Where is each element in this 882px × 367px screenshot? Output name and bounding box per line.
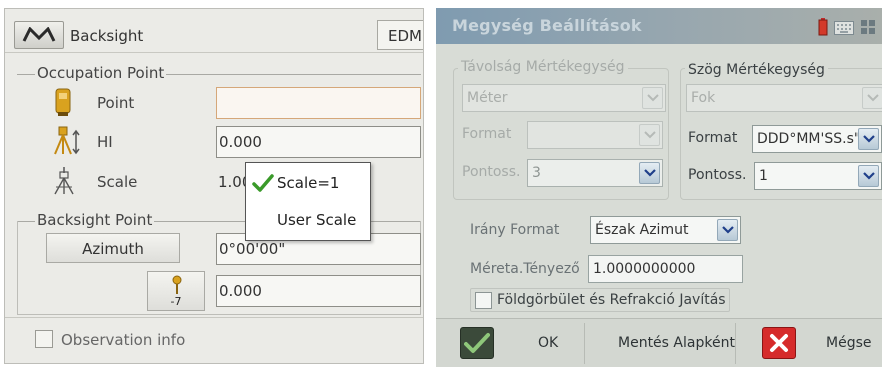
- observation-divider: [5, 317, 423, 318]
- scale-option-user-scale[interactable]: User Scale: [277, 211, 356, 229]
- distance-precision-select[interactable]: 3: [527, 159, 663, 187]
- point-input[interactable]: [216, 87, 421, 119]
- save-as-default-button[interactable]: Mentés Alapként: [585, 319, 735, 367]
- curvature-refraction-option[interactable]: Földgörbület és Refrakció Javítás: [470, 288, 730, 312]
- chevron-down-icon: [642, 87, 663, 109]
- chevron-down-icon: [862, 87, 882, 109]
- distance-unit-value: Méter: [467, 90, 508, 106]
- check-icon: [252, 173, 274, 197]
- chevron-down-icon: [858, 128, 879, 150]
- backsight-panel: Backsight EDM Occupation Point Point HI …: [4, 8, 424, 364]
- backsight-group-label: Backsight Point: [35, 211, 155, 229]
- curvature-refraction-checkbox[interactable]: [475, 292, 492, 309]
- angle-precision-value: 1: [759, 168, 768, 184]
- save-as-default-label: Mentés Alapként: [618, 335, 735, 351]
- occupation-group-label: Occupation Point: [35, 64, 167, 82]
- grid-icon[interactable]: [860, 19, 876, 39]
- prism-constant-value: -7: [170, 295, 182, 308]
- observation-info-checkbox[interactable]: [35, 330, 53, 348]
- keyboard-icon[interactable]: [834, 20, 854, 39]
- curvature-refraction-label: Földgörbület és Refrakció Javítás: [497, 292, 726, 308]
- point-label: Point: [97, 94, 135, 112]
- angle-unit-value: Fok: [691, 90, 716, 106]
- distance-format-select[interactable]: [527, 121, 663, 149]
- azimuth-button[interactable]: Azimuth: [46, 233, 180, 263]
- observation-info-label: Observation info: [61, 331, 186, 349]
- ok-button[interactable]: OK: [436, 319, 584, 367]
- angle-format-value: DDD°MM'SS.s": [757, 131, 861, 147]
- cancel-button[interactable]: Mégse: [736, 319, 882, 367]
- distance-units-label: Távolság Mértékegység: [458, 59, 628, 75]
- distance-precision-value: 3: [532, 165, 541, 181]
- prism-constant-button[interactable]: -7: [147, 271, 205, 311]
- battery-icon: [818, 18, 828, 40]
- cancel-label: Mégse: [826, 335, 872, 351]
- scale-option-scale-1[interactable]: Scale=1: [277, 174, 339, 192]
- direction-format-label: Irány Format: [470, 222, 560, 238]
- distance-unit-select[interactable]: Méter: [462, 84, 666, 112]
- hi-label: HI: [97, 133, 113, 151]
- instrument-height-icon: [49, 126, 81, 160]
- m-logo-icon[interactable]: [14, 21, 64, 49]
- backsight-title-bar: Backsight EDM: [5, 9, 423, 53]
- scale-factor-label: Méreta.Tényező: [470, 261, 580, 277]
- scale-factor-input[interactable]: 1.0000000000: [588, 255, 743, 283]
- angle-precision-label: Pontoss.: [688, 167, 747, 183]
- ok-check-icon: [460, 327, 494, 359]
- chevron-down-icon: [639, 162, 660, 184]
- unit-settings-title-bar: Megység Beállítások: [436, 8, 882, 44]
- angle-precision-select[interactable]: 1: [754, 162, 882, 190]
- scale-tripod-icon: [52, 165, 76, 199]
- distance-precision-label: Pontoss.: [462, 164, 521, 180]
- bottom-button-bar: OK Mentés Alapként Mégse: [436, 318, 882, 367]
- chevron-down-icon: [639, 124, 660, 146]
- hi-input[interactable]: 0.000: [216, 126, 421, 158]
- direction-format-value: Észak Azimut: [595, 222, 689, 238]
- unit-settings-title: Megység Beállítások: [452, 16, 642, 35]
- angle-format-select[interactable]: DDD°MM'SS.s": [752, 125, 882, 153]
- chevron-down-icon: [858, 165, 879, 187]
- ok-label: OK: [538, 335, 559, 351]
- angle-units-label: Szög Mértékegység: [685, 62, 828, 78]
- scale-label: Scale: [97, 173, 138, 191]
- unit-settings-panel: Megység Beállítások Távolság Mértékegysé…: [436, 8, 882, 367]
- backsight-title: Backsight: [70, 27, 144, 45]
- point-icon: [52, 87, 74, 121]
- distance-format-label: Format: [462, 126, 512, 142]
- angle-unit-select[interactable]: Fok: [686, 84, 882, 112]
- scale-popup-menu: Scale=1 User Scale: [245, 162, 371, 241]
- edm-button[interactable]: EDM: [377, 20, 423, 50]
- cancel-x-icon: [762, 327, 796, 359]
- prism-height-input[interactable]: 0.000: [216, 275, 421, 307]
- direction-format-select[interactable]: Észak Azimut: [590, 216, 741, 244]
- angle-format-label: Format: [688, 130, 738, 146]
- chevron-down-icon: [717, 219, 738, 241]
